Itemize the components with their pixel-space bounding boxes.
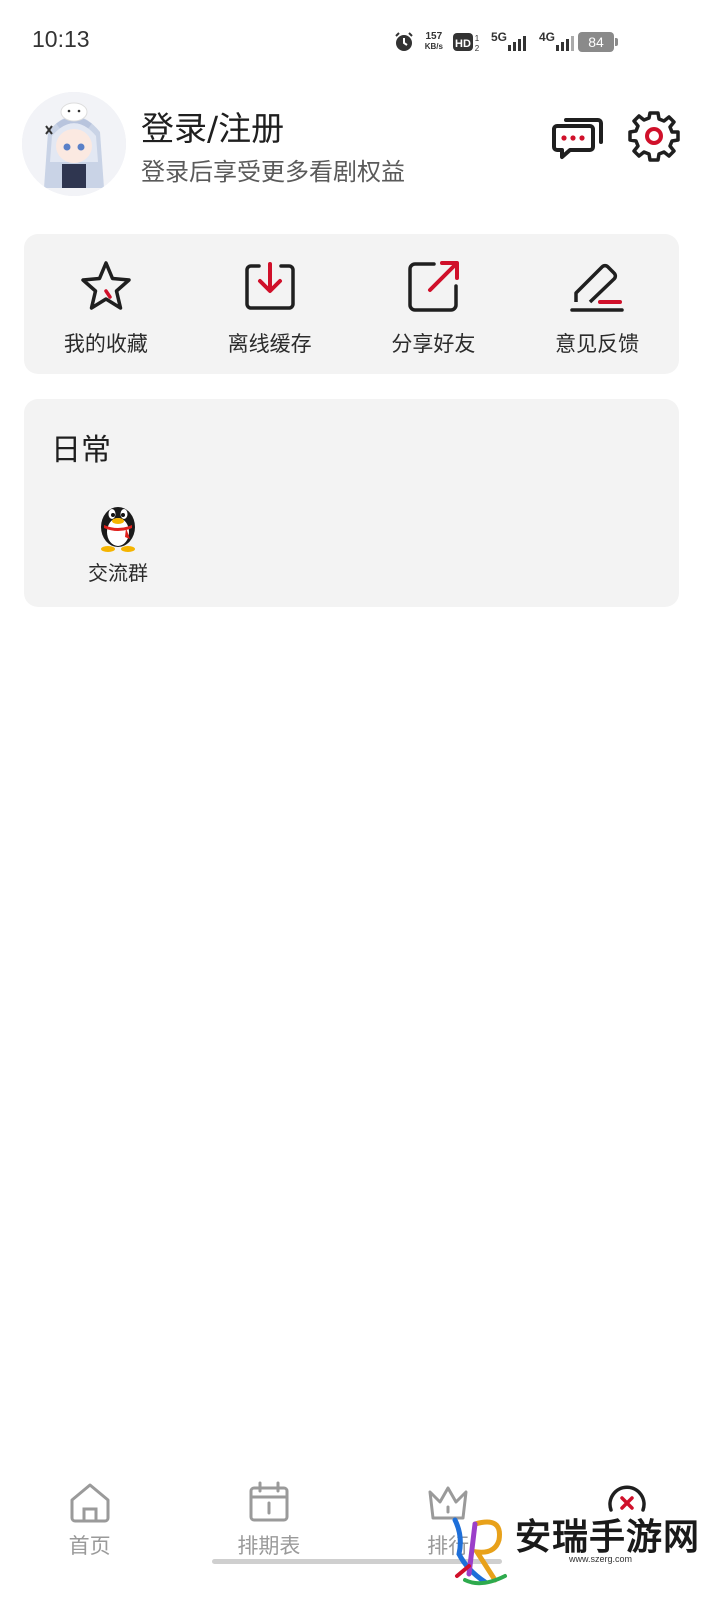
- signal-5g-icon: 5G: [491, 30, 529, 54]
- avatar[interactable]: [22, 92, 126, 196]
- hd-icon: HD 1 2: [452, 31, 481, 53]
- login-subtitle: 登录后享受更多看剧权益: [141, 158, 405, 186]
- login-register-title[interactable]: 登录/注册: [141, 102, 284, 150]
- offline-cache-button[interactable]: 离线缓存: [188, 234, 352, 374]
- nav-home-label: 首页: [68, 1534, 111, 1558]
- net-speed-value: 157: [425, 31, 443, 42]
- signal-4g-label: 4G: [538, 30, 555, 44]
- quick-actions-card: 我的收藏 离线缓存 分享好友 意见反馈: [24, 234, 679, 374]
- net-speed-unit: KB/s: [424, 42, 443, 51]
- status-bar: 10:13 157 KB/s HD 1 2 5G 4G 84: [0, 0, 717, 84]
- daily-title: 日常: [51, 433, 111, 468]
- settings-button[interactable]: [628, 110, 680, 162]
- qq-penguin-icon: [101, 507, 135, 552]
- svg-text:1: 1: [475, 34, 480, 43]
- daily-section: 日常 交流群: [24, 399, 679, 607]
- share-friends-button[interactable]: 分享好友: [352, 234, 516, 374]
- share-friends-label: 分享好友: [391, 332, 476, 356]
- star-icon: [81, 261, 131, 310]
- message-button[interactable]: [552, 112, 604, 160]
- watermark-logo: [452, 1517, 507, 1586]
- feedback-label: 意见反馈: [555, 332, 640, 356]
- battery-level: 84: [588, 34, 604, 50]
- profile-header: 登录/注册 登录后享受更多看剧权益: [22, 92, 695, 196]
- edit-icon: [570, 263, 624, 312]
- nav-schedule-label: 排期表: [237, 1534, 301, 1558]
- feedback-button[interactable]: 意见反馈: [515, 234, 679, 374]
- favorites-button[interactable]: 我的收藏: [24, 234, 188, 374]
- favorites-label: 我的收藏: [63, 332, 148, 356]
- nav-home[interactable]: 首页: [0, 1470, 179, 1600]
- battery-icon: 84: [578, 32, 618, 52]
- watermark: 安瑞手游网 www.szerg.com: [445, 1496, 717, 1600]
- signal-5g-label: 5G: [490, 30, 507, 44]
- offline-cache-label: 离线缓存: [227, 332, 312, 356]
- svg-text:2: 2: [475, 44, 480, 53]
- nav-schedule[interactable]: 排期表: [179, 1470, 358, 1600]
- share-icon: [408, 261, 460, 312]
- group-chat-label: 交流群: [88, 561, 148, 585]
- net-speed: 157 KB/s: [425, 32, 443, 52]
- group-chat-button[interactable]: 交流群: [80, 497, 156, 586]
- svg-text:HD: HD: [455, 38, 471, 50]
- message-icon: [552, 118, 603, 159]
- home-icon: [70, 1483, 110, 1523]
- calendar-icon: [249, 1481, 289, 1522]
- download-icon: [244, 262, 295, 310]
- gear-icon: [628, 111, 680, 162]
- watermark-url: www.szerg.com: [569, 1554, 633, 1564]
- alarm-icon: [393, 31, 415, 53]
- watermark-text: 安瑞手游网: [515, 1516, 701, 1558]
- signal-4g-icon: 4G: [539, 30, 577, 54]
- status-time: 10:13: [32, 26, 90, 52]
